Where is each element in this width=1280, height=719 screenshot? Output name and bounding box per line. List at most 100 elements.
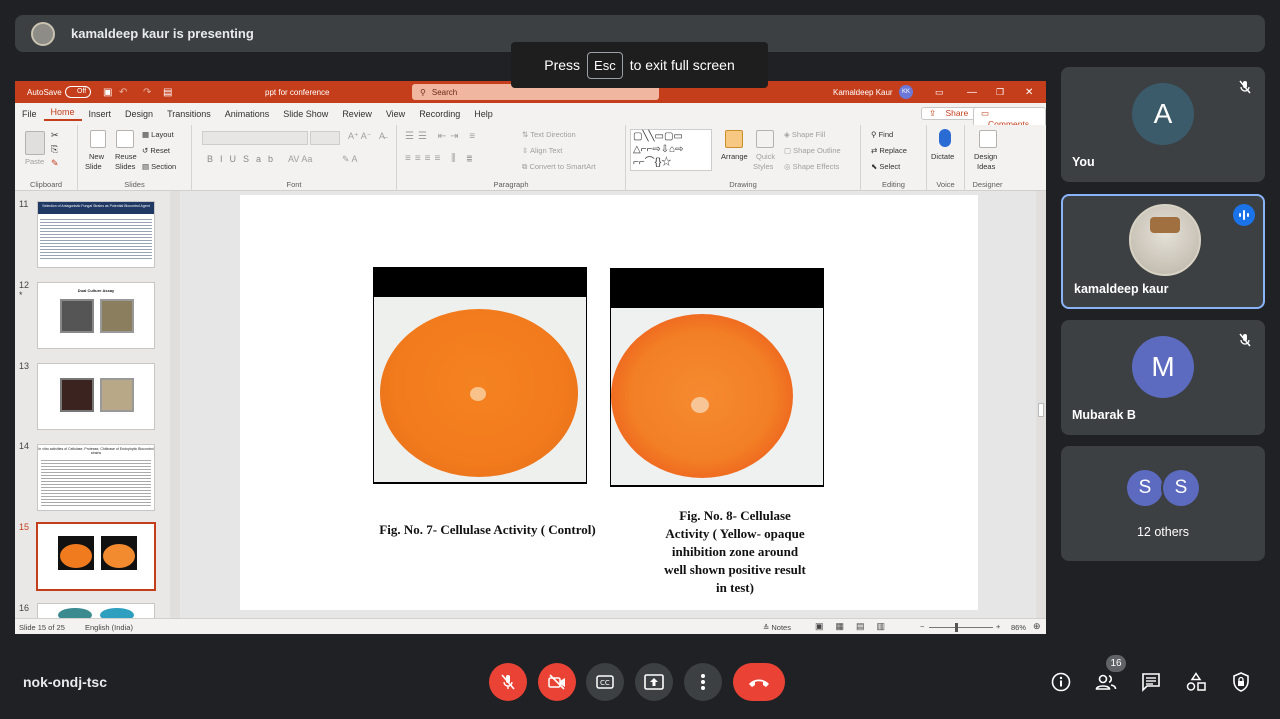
- dictate-label[interactable]: Dictate: [931, 152, 954, 161]
- zoom-in-button[interactable]: +: [996, 622, 1000, 631]
- notes-button[interactable]: ≙ Notes: [763, 623, 791, 632]
- document-title[interactable]: ppt for conference: [265, 88, 329, 97]
- participant-tile-others[interactable]: S S 12 others: [1061, 446, 1265, 561]
- quick-styles-label[interactable]: Quick: [756, 152, 775, 161]
- thumb-num-14: 14: [19, 441, 30, 451]
- more-options-button[interactable]: [684, 663, 722, 701]
- menu-home[interactable]: Home: [43, 107, 82, 121]
- shape-effects-button[interactable]: ◎ Shape Effects: [784, 162, 839, 171]
- thumbnail-slide-12[interactable]: Dual Culture Assay: [37, 282, 155, 349]
- reuse-slides-icon[interactable]: [116, 130, 134, 148]
- zoom-slider-thumb[interactable]: [955, 623, 958, 632]
- undo-icon[interactable]: ↶: [119, 87, 127, 98]
- ppt-user-avatar[interactable]: KK: [899, 85, 913, 99]
- clear-format-icon[interactable]: A̶: [379, 131, 385, 141]
- zoom-level[interactable]: 86%: [1011, 623, 1026, 632]
- grow-font-icon[interactable]: A⁺ A⁻: [348, 131, 372, 142]
- menu-review[interactable]: Review: [335, 109, 379, 119]
- restore-icon[interactable]: ❐: [996, 87, 1004, 98]
- fit-slide-icon[interactable]: ⊕: [1033, 621, 1041, 632]
- find-button[interactable]: ⚲ Find: [871, 130, 893, 139]
- arrange-label[interactable]: Arrange: [721, 152, 748, 161]
- section-button[interactable]: ▤ Section: [142, 162, 176, 171]
- menu-slide-show[interactable]: Slide Show: [276, 109, 335, 119]
- thumbnail-slide-15-selected[interactable]: [36, 522, 156, 591]
- quick-styles-icon[interactable]: [756, 130, 774, 148]
- activities-button[interactable]: [1185, 671, 1207, 693]
- font-format-icons[interactable]: BIUSab: [207, 154, 280, 164]
- thumbnail-slide-13[interactable]: [37, 363, 155, 430]
- menu-file[interactable]: File: [15, 109, 44, 119]
- quick-styles-label-2[interactable]: Styles: [753, 162, 773, 171]
- layout-button[interactable]: ▦ Layout: [142, 130, 174, 139]
- new-slide-icon[interactable]: [90, 130, 106, 148]
- zoom-slider[interactable]: [929, 627, 993, 628]
- menu-transitions[interactable]: Transitions: [160, 109, 218, 119]
- char-spacing-icon[interactable]: AV Aa: [288, 154, 312, 164]
- host-controls-button[interactable]: [1230, 671, 1252, 693]
- slide-thumbnail-pane[interactable]: 11 Selection of Antagonistic Fungal Stra…: [15, 191, 181, 618]
- design-ideas-label-2[interactable]: Ideas: [977, 162, 995, 171]
- present-icon[interactable]: ▤: [163, 87, 172, 98]
- shapes-gallery[interactable]: ▢╲╲▭▢▭ △⌐⌐⇨⇩⌂⇨ ⌐⌐⌒{}☆: [630, 129, 712, 171]
- shape-outline-button[interactable]: ▢ Shape Outline: [784, 146, 841, 155]
- menu-recording[interactable]: Recording: [412, 109, 467, 119]
- view-buttons[interactable]: ▣▦▤▥: [815, 621, 897, 632]
- redo-icon[interactable]: ↷: [143, 87, 151, 98]
- language-status[interactable]: English (India): [85, 623, 133, 632]
- paste-icon[interactable]: [25, 131, 45, 155]
- arrange-icon[interactable]: [725, 130, 743, 148]
- menu-insert[interactable]: Insert: [82, 109, 119, 119]
- scrollbar-thumb[interactable]: [1038, 403, 1044, 417]
- align-text-button[interactable]: ⇳ Align Text: [522, 146, 562, 155]
- cut-icon[interactable]: ✂: [51, 130, 59, 141]
- copy-icon[interactable]: ⎘: [51, 144, 58, 155]
- font-color-icon[interactable]: ✎ A: [342, 154, 358, 165]
- list-icons[interactable]: ☰☰ ⇤⇥ ≡: [405, 131, 479, 142]
- current-slide[interactable]: Fig. No. 7- Cellulase Activity ( Control…: [240, 195, 978, 610]
- select-button[interactable]: ⬉ Select: [871, 162, 900, 171]
- menu-design[interactable]: Design: [118, 109, 160, 119]
- design-ideas-icon[interactable]: [979, 130, 997, 148]
- save-icon[interactable]: ▣: [103, 87, 112, 98]
- meeting-details-button[interactable]: [1050, 671, 1072, 693]
- autosave-toggle[interactable]: Off: [65, 86, 91, 98]
- leave-call-button[interactable]: [733, 663, 785, 701]
- close-icon[interactable]: ✕: [1025, 87, 1033, 98]
- thumb-scrollbar[interactable]: [170, 191, 180, 618]
- captions-button[interactable]: CC: [586, 663, 624, 701]
- people-button[interactable]: [1095, 671, 1117, 693]
- align-icons[interactable]: ≡≡≡≡ ⫼ ≣: [405, 153, 476, 164]
- participant-tile-you[interactable]: A You: [1061, 67, 1265, 182]
- participant-tile-kamaldeep[interactable]: kamaldeep kaur: [1061, 194, 1265, 309]
- text-direction-button[interactable]: ⇅ Text Direction: [522, 130, 576, 139]
- menu-help[interactable]: Help: [467, 109, 500, 119]
- dictate-mic-icon[interactable]: [939, 129, 951, 147]
- participant-tile-mubarak[interactable]: M Mubarak B: [1061, 320, 1265, 435]
- present-screen-button[interactable]: [635, 663, 673, 701]
- design-ideas-label[interactable]: Design: [974, 152, 997, 161]
- font-size-box[interactable]: [310, 131, 340, 145]
- reset-button[interactable]: ↺ Reset: [142, 146, 170, 155]
- thumbnail-slide-11[interactable]: Selection of Antagonistic Fungal Strains…: [37, 201, 155, 268]
- thumbnail-slide-14[interactable]: In vitro activities of Cellulase, Protea…: [37, 444, 155, 511]
- camera-toggle-button[interactable]: [538, 663, 576, 701]
- menu-view[interactable]: View: [379, 109, 412, 119]
- new-slide-label[interactable]: New: [89, 152, 104, 161]
- reuse-label[interactable]: Reuse: [115, 152, 137, 161]
- menu-animations[interactable]: Animations: [218, 109, 277, 119]
- zoom-out-button[interactable]: −: [920, 622, 924, 631]
- chat-button[interactable]: [1140, 671, 1162, 693]
- shape-fill-button[interactable]: ◈ Shape Fill: [784, 130, 825, 139]
- ribbon-display-icon[interactable]: ▭: [935, 87, 944, 98]
- slide-vertical-scrollbar[interactable]: [1036, 191, 1046, 618]
- minimize-icon[interactable]: —: [967, 87, 977, 98]
- replace-button[interactable]: ⇄ Replace: [871, 146, 907, 155]
- format-painter-icon[interactable]: ✎: [51, 158, 59, 169]
- convert-smartart-button[interactable]: ⧉ Convert to SmartArt: [522, 162, 596, 172]
- reuse-label-2[interactable]: Slides: [115, 162, 135, 171]
- thumbnail-slide-16[interactable]: [37, 603, 155, 618]
- new-slide-label-2[interactable]: Slide: [85, 162, 102, 171]
- mic-toggle-button[interactable]: [489, 663, 527, 701]
- font-name-box[interactable]: [202, 131, 308, 145]
